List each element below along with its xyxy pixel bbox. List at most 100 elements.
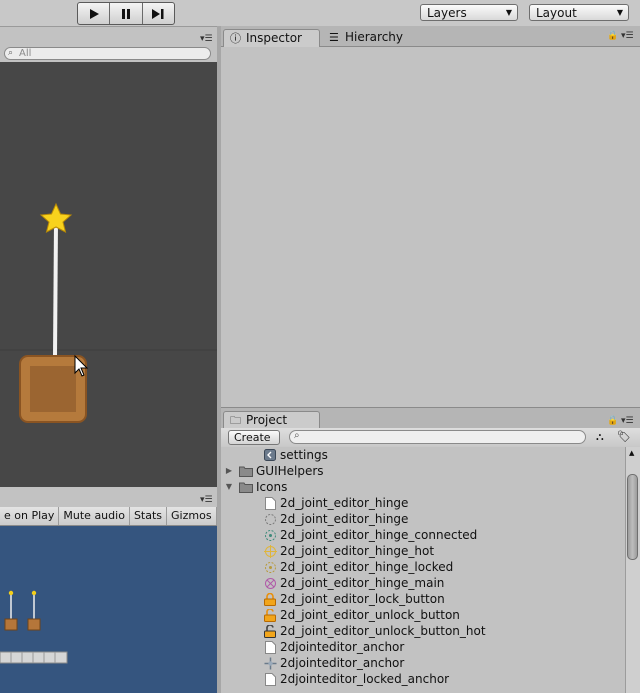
tree-item-label: settings	[280, 448, 328, 462]
file-icon	[263, 640, 277, 654]
ground-tiles	[0, 651, 68, 664]
stats-button[interactable]: Stats	[130, 507, 168, 525]
expand-arrow-right-icon[interactable]: ▶	[223, 463, 235, 479]
filter-by-type-icon[interactable]: ⛬	[596, 430, 604, 444]
scroll-up-icon[interactable]: ▲	[629, 449, 634, 457]
lock-icon[interactable]: 🔒	[607, 31, 618, 41]
list-icon: ☰	[329, 31, 339, 44]
create-label: Create	[234, 431, 271, 444]
game-toolbar: e on Play Mute audio Stats Gizmos ▼	[0, 507, 230, 526]
tree-asset-row[interactable]: 2d_joint_editor_lock_button	[263, 591, 445, 607]
project-tree: settings ▶ GUIHelpers ▼ Icons 2d_joint_editor…	[221, 447, 625, 693]
inspector-tab-bar: ⓘ Inspector ☰ Hierarchy 🔒 ▾☰	[221, 26, 640, 47]
settings-icon	[263, 448, 277, 462]
chevron-down-icon: ▼	[505, 8, 512, 17]
pause-button[interactable]	[110, 3, 143, 24]
layers-dropdown[interactable]: Layers ▼	[420, 4, 518, 21]
tree-item-label: 2d_joint_editor_lock_button	[280, 592, 445, 606]
tree-item-label: 2d_joint_editor_hinge_connected	[280, 528, 478, 542]
panel-menu-icon[interactable]: ▾☰	[200, 495, 213, 505]
scene-search-input[interactable]: ⌕ All	[4, 47, 211, 60]
hinge-line	[53, 221, 58, 357]
tree-asset-row[interactable]: 2d_joint_editor_unlock_button	[263, 607, 460, 623]
tree-item-label: 2d_joint_editor_hinge_main	[280, 576, 445, 590]
tree-asset-row[interactable]: 2d_joint_editor_hinge_main	[263, 575, 444, 591]
tree-asset-row[interactable]: 2djointeditor_anchor	[263, 639, 404, 655]
lock-icon[interactable]: 🔒	[607, 416, 618, 426]
tree-asset-row[interactable]: 2d_joint_editor_hinge_locked	[263, 559, 453, 575]
gizmos-button[interactable]: Gizmos	[167, 507, 216, 525]
folder-icon	[239, 464, 253, 478]
scene-search-placeholder: All	[19, 48, 32, 59]
create-button[interactable]: Create ▼	[228, 430, 280, 456]
tree-item-label: GUIHelpers	[256, 464, 324, 478]
tree-item-label: 2d_joint_editor_unlock_button_hot	[280, 624, 486, 638]
tree-asset-row[interactable]: 2d_joint_editor_unlock_button_hot	[263, 623, 486, 639]
mini-joint-right	[27, 590, 41, 631]
hinge-hot-icon	[263, 544, 277, 558]
play-icon	[89, 8, 99, 19]
tree-folder-row[interactable]: ▶ GUIHelpers	[226, 463, 324, 479]
unlock-hot-icon	[263, 624, 277, 638]
chevron-down-icon: ▼	[616, 8, 623, 17]
folder-icon	[239, 480, 253, 494]
panel-menu-icon[interactable]: ▾☰	[200, 34, 213, 44]
mini-joint-left	[4, 590, 18, 631]
tab-inspector-label: Inspector	[246, 31, 302, 45]
scene-view[interactable]	[0, 62, 217, 487]
filter-by-label-icon[interactable]: 🏷	[617, 430, 631, 443]
tab-project-label: Project	[246, 413, 288, 427]
panel-menu-icon[interactable]: ▾☰	[621, 416, 634, 426]
tree-item-label: 2d_joint_editor_hinge_locked	[280, 560, 454, 574]
tree-item-label: 2djointeditor_locked_anchor	[280, 672, 450, 686]
tab-project[interactable]: 🗀 Project	[223, 411, 320, 429]
lock-icon	[263, 592, 277, 606]
game-view[interactable]	[0, 526, 217, 693]
hinge-main-icon	[263, 576, 277, 590]
step-button[interactable]	[143, 3, 174, 24]
layers-label: Layers	[427, 5, 467, 20]
folder-icon: 🗀	[230, 414, 241, 427]
tab-hierarchy-label: Hierarchy	[345, 30, 404, 44]
tree-item-label: 2d_joint_editor_hinge_hot	[280, 544, 435, 558]
expand-arrow-down-icon[interactable]: ▼	[223, 479, 235, 495]
info-icon: ⓘ	[230, 32, 241, 45]
inspector-body	[221, 47, 640, 406]
file-icon	[263, 672, 277, 686]
scene-canvas	[0, 202, 217, 423]
tree-asset-row[interactable]: settings	[263, 447, 328, 463]
playback-controls	[77, 2, 175, 25]
tree-asset-row[interactable]: 2d_joint_editor_hinge_connected	[263, 527, 477, 543]
mute-audio-button[interactable]: Mute audio	[59, 507, 130, 525]
maximize-on-play-button[interactable]: e on Play	[0, 507, 60, 525]
tree-asset-row[interactable]: 2d_joint_editor_hinge	[263, 511, 408, 527]
tree-item-label: 2djointeditor_anchor	[280, 656, 405, 670]
hinge-connected-icon	[263, 528, 277, 542]
tree-asset-row[interactable]: 2djointeditor_locked_anchor	[263, 671, 449, 687]
tree-item-label: Icons	[256, 480, 288, 494]
tree-item-label: 2d_joint_editor_hinge	[280, 512, 409, 526]
step-icon	[152, 8, 164, 19]
tab-inspector[interactable]: ⓘ Inspector	[223, 29, 320, 47]
tree-item-label: 2djointeditor_anchor	[280, 640, 405, 654]
hinge-icon	[263, 512, 277, 526]
hinge-locked-icon	[263, 560, 277, 574]
game-canvas	[0, 590, 68, 664]
tree-asset-row[interactable]: 2d_joint_editor_hinge_hot	[263, 543, 434, 559]
search-icon: ⌕	[294, 430, 300, 441]
search-icon: ⌕	[8, 48, 14, 58]
tree-asset-row[interactable]: 2d_joint_editor_hinge	[263, 495, 408, 511]
scrollbar-thumb[interactable]	[627, 474, 638, 560]
panel-menu-icon[interactable]: ▾☰	[621, 31, 634, 41]
tab-hierarchy[interactable]: ☰ Hierarchy	[323, 29, 419, 47]
layout-dropdown[interactable]: Layout ▼	[529, 4, 629, 21]
anchor-icon	[263, 656, 277, 670]
layout-label: Layout	[536, 5, 577, 20]
tree-item-label: 2d_joint_editor_hinge	[280, 496, 409, 510]
play-button[interactable]	[78, 3, 111, 24]
tree-folder-row[interactable]: ▼ Icons	[226, 479, 288, 495]
tree-item-label: 2d_joint_editor_unlock_button	[280, 608, 460, 622]
file-icon	[263, 496, 277, 510]
tree-asset-row[interactable]: 2djointeditor_anchor	[263, 655, 404, 671]
project-search-input[interactable]: ⌕	[289, 430, 586, 444]
